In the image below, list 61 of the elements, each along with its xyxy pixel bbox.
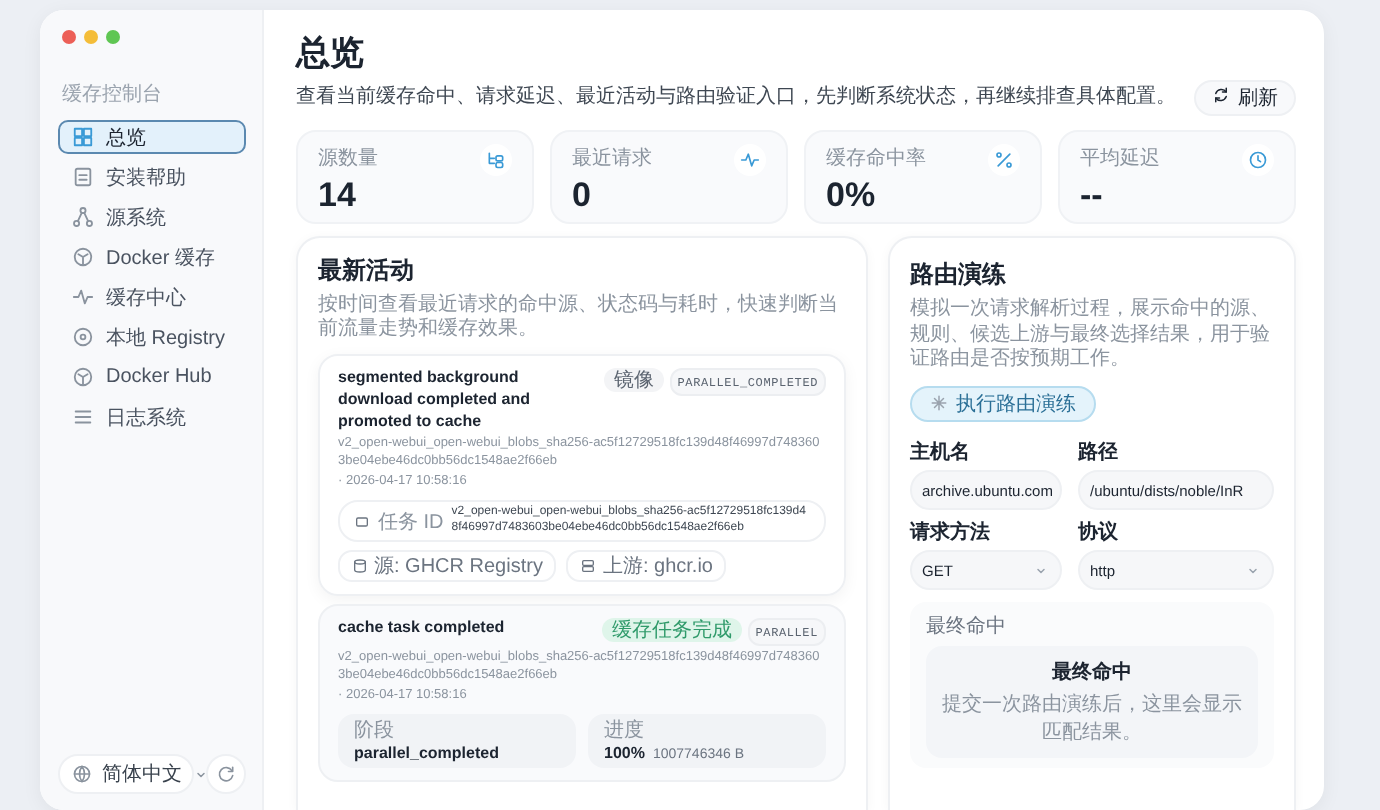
stat-label: 平均延迟: [1080, 146, 1160, 172]
stat-value: --: [1080, 176, 1105, 216]
sidebar-item[interactable]: 安装帮助: [58, 160, 246, 194]
status-tag: 镜像: [603, 368, 664, 392]
sidebar-item[interactable]: Docker Hub: [58, 360, 246, 394]
run-route-button[interactable]: 执行路由演练: [910, 385, 1096, 421]
field-label: 请求方法: [910, 518, 992, 546]
sidebar-item[interactable]: 总览: [58, 120, 246, 154]
info-chip: 源: GHCR Registry: [338, 550, 557, 583]
stat-label: 源数量: [318, 146, 378, 172]
sidebar-item[interactable]: 缓存中心: [58, 280, 246, 314]
globe-icon: [72, 764, 92, 784]
stat-value: 14: [318, 176, 358, 216]
circle-icon: [72, 326, 94, 348]
info-chip: 上游: ghcr.io: [566, 550, 727, 583]
panel-description: 按时间查看最近请求的命中源、状态码与耗时，快速判断当前流量走势和缓存效果。: [318, 294, 840, 342]
sidebar-item[interactable]: 本地 Registry: [58, 320, 246, 354]
field-label: 路径: [1078, 439, 1120, 466]
field-label: 协议: [1078, 519, 1120, 546]
tree-icon: [480, 144, 512, 176]
stat-value: 0%: [826, 176, 878, 216]
result-hint: 提交一次路由演练后，这里会显示匹配结果。: [940, 691, 1244, 746]
task-id-label: 任务 ID: [378, 509, 444, 535]
refresh-icon: [216, 764, 236, 784]
cube-icon: [72, 366, 94, 388]
sidebar-item[interactable]: Docker 缓存: [58, 240, 246, 274]
stat-value: 0: [572, 176, 593, 216]
panel-title: 路由演练: [910, 258, 1008, 292]
refresh-button[interactable]: 刷新: [1194, 80, 1296, 116]
sparkle-icon: [930, 394, 948, 412]
stat-label: 最近请求: [572, 145, 652, 172]
pulse-icon: [72, 286, 94, 308]
nodes-icon: [72, 206, 94, 228]
database-icon: [352, 558, 368, 575]
list-icon: [72, 406, 94, 428]
detail-label: 阶段: [354, 719, 396, 742]
detail-value: parallel_completed: [354, 743, 499, 762]
theme-toggle-button[interactable]: [206, 754, 246, 794]
status-tag: 缓存任务完成: [601, 618, 742, 643]
detail-value: 100%: [604, 743, 645, 762]
activity-title: cache task completed: [338, 618, 507, 641]
page-title: 总览: [296, 32, 366, 76]
detail-label: 进度: [604, 719, 646, 742]
cube-icon: [72, 246, 94, 268]
field-label: 主机名: [910, 438, 972, 466]
sidebar-item[interactable]: 日志系统: [58, 400, 246, 434]
sidebar-item[interactable]: 源系统: [58, 200, 246, 234]
clock-icon: [1242, 144, 1274, 176]
result-title: 最终命中: [1050, 659, 1134, 686]
result-label: 最终命中: [926, 613, 1008, 640]
stat-label: 缓存命中率: [826, 145, 926, 172]
activity-title: segmented background download completed and promoted to cache: [338, 368, 533, 433]
pulse-icon: [734, 144, 766, 176]
document-icon: [72, 166, 94, 188]
page-subtitle: 查看当前缓存命中、请求延迟、最近活动与路由验证入口，先判断系统状态，再继续排查具体配置。: [296, 83, 1176, 110]
panel-title: 最新活动: [318, 254, 416, 288]
percent-icon: [988, 144, 1020, 176]
grid-icon: [72, 126, 94, 148]
server-icon: [580, 558, 597, 575]
section-label: 缓存控制台: [62, 81, 164, 108]
panel-description: 模拟一次请求解析过程，展示命中的源、规则、候选上游与最终选择结果，用于验证路由是否按预期工作。: [910, 298, 1272, 373]
